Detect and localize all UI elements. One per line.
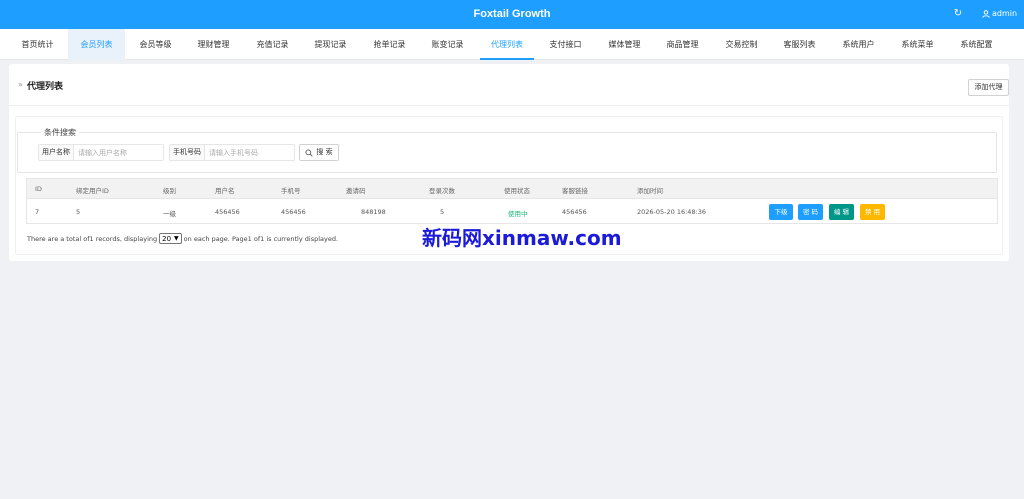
nav-item-products[interactable]: 商品管理 bbox=[654, 29, 711, 60]
phone-label: 手机号码 bbox=[170, 145, 205, 160]
nav-item-payment[interactable]: 支付接口 bbox=[537, 29, 594, 60]
nav-item-agents[interactable]: 代理列表 bbox=[480, 29, 534, 60]
page-size-select[interactable]: 20 ▼ bbox=[159, 233, 182, 244]
password-button[interactable]: 密 码 bbox=[798, 204, 823, 220]
nav-item-finance[interactable]: 理财管理 bbox=[185, 29, 242, 60]
agents-table: ID 绑定用户ID 级别 用户名 手机号 邀请码 登录次数 使用状态 客服链接 … bbox=[26, 178, 998, 224]
cell-level: 一级 bbox=[163, 210, 176, 218]
app-title: Foxtail Growth bbox=[473, 8, 551, 20]
filter-fieldset bbox=[17, 132, 997, 173]
col-status: 使用状态 bbox=[504, 187, 530, 195]
cell-status: 使用中 bbox=[508, 210, 528, 218]
username-label: admin bbox=[992, 9, 1018, 18]
cell-invite-code: 848198 bbox=[361, 208, 386, 216]
cell-service-link: 456456 bbox=[562, 208, 587, 216]
col-id: ID bbox=[35, 185, 42, 193]
col-username: 用户名 bbox=[215, 187, 235, 195]
nav-item-support[interactable]: 客服列表 bbox=[771, 29, 828, 60]
col-invite-code: 邀请码 bbox=[346, 187, 366, 195]
cell-login-count: 5 bbox=[440, 208, 445, 216]
col-bind-user-id: 绑定用户ID bbox=[76, 187, 109, 195]
nav-item-media[interactable]: 媒体管理 bbox=[596, 29, 653, 60]
phone-field: 手机号码 bbox=[169, 144, 295, 161]
cell-username: 456456 bbox=[215, 208, 240, 216]
top-header: Foxtail Growth ↻ admin bbox=[0, 0, 1024, 29]
pager-suffix: on each page. Page1 of1 is currently dis… bbox=[183, 234, 339, 243]
phone-input[interactable] bbox=[205, 145, 293, 160]
card-header: » 代理列表 添加代理 bbox=[9, 64, 1009, 106]
main-nav: 首页统计 会员列表 会员等级 理财管理 充值记录 提现记录 抢单记录 账变记录 … bbox=[0, 29, 1024, 60]
username-field: 用户名称 bbox=[38, 144, 164, 161]
nav-item-trade-control[interactable]: 交易控制 bbox=[713, 29, 770, 60]
col-phone: 手机号 bbox=[281, 187, 301, 195]
username-input[interactable] bbox=[74, 145, 162, 160]
nav-item-members[interactable]: 会员列表 bbox=[68, 29, 125, 60]
search-button[interactable]: 搜 索 bbox=[299, 144, 339, 161]
edit-button[interactable]: 编 辑 bbox=[829, 204, 854, 220]
search-button-label: 搜 索 bbox=[316, 148, 333, 156]
disable-button[interactable]: 禁 用 bbox=[860, 204, 885, 220]
user-menu[interactable]: admin bbox=[982, 9, 1017, 18]
cell-phone: 456456 bbox=[281, 208, 306, 216]
username-label: 用户名称 bbox=[39, 145, 74, 160]
col-login-count: 登录次数 bbox=[429, 187, 455, 195]
subordinates-button[interactable]: 下级 bbox=[769, 204, 793, 220]
nav-item-system-menu[interactable]: 系统菜单 bbox=[889, 29, 946, 60]
watermark: 新码网xinmaw.com bbox=[422, 226, 622, 250]
page-title: 代理列表 bbox=[27, 82, 64, 92]
col-service-link: 客服链接 bbox=[562, 187, 588, 195]
table-header: ID 绑定用户ID 级别 用户名 手机号 邀请码 登录次数 使用状态 客服链接 … bbox=[27, 179, 997, 199]
nav-item-system-config[interactable]: 系统配置 bbox=[948, 29, 1005, 60]
filter-legend: 条件搜索 bbox=[41, 127, 79, 138]
nav-item-withdraw[interactable]: 提现记录 bbox=[302, 29, 359, 60]
cell-id: 7 bbox=[35, 208, 40, 216]
pager-prefix: There are a total of1 records, displayin… bbox=[27, 234, 158, 243]
col-created: 添加时间 bbox=[637, 187, 663, 195]
nav-item-system-users[interactable]: 系统用户 bbox=[830, 29, 887, 60]
user-icon bbox=[982, 9, 990, 18]
add-agent-button[interactable]: 添加代理 bbox=[968, 79, 1009, 96]
table-row: 7 5 一级 456456 456456 848198 5 使用中 456456… bbox=[27, 199, 997, 224]
chevron-right-icon: » bbox=[18, 80, 23, 89]
nav-item-member-levels[interactable]: 会员等级 bbox=[127, 29, 184, 60]
search-icon bbox=[305, 149, 314, 157]
nav-item-orders[interactable]: 抢单记录 bbox=[361, 29, 418, 60]
chevron-down-icon: ▼ bbox=[174, 235, 179, 242]
col-level: 级别 bbox=[163, 187, 176, 195]
cell-bind-user-id: 5 bbox=[76, 208, 81, 216]
cell-created: 2026-05-20 16:48:36 bbox=[637, 208, 707, 216]
pagination-info: There are a total of1 records, displayin… bbox=[27, 233, 338, 244]
refresh-icon[interactable]: ↻ bbox=[952, 8, 964, 20]
nav-item-account-changes[interactable]: 账变记录 bbox=[419, 29, 476, 60]
nav-item-dashboard[interactable]: 首页统计 bbox=[9, 29, 66, 60]
page-size-value: 20 bbox=[162, 234, 172, 243]
nav-item-recharge[interactable]: 充值记录 bbox=[244, 29, 301, 60]
